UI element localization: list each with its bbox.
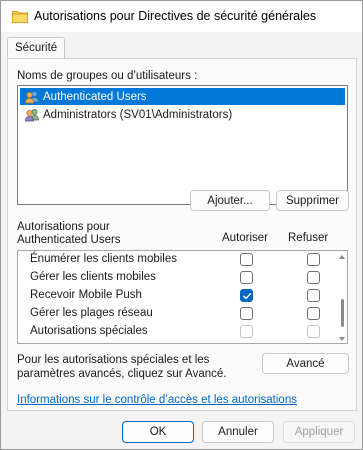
- allow-checkbox[interactable]: [240, 307, 253, 320]
- scroll-down-icon[interactable]: [339, 337, 345, 341]
- permission-row: Gérer les plages réseau: [18, 305, 334, 323]
- add-button[interactable]: Ajouter...: [190, 190, 270, 211]
- allow-checkbox: [240, 325, 253, 338]
- groups-list[interactable]: Authenticated Users Administrators (SV01…: [17, 85, 348, 205]
- deny-checkbox[interactable]: [307, 253, 320, 266]
- permission-name: Gérer les clients mobiles: [30, 271, 156, 283]
- remove-button[interactable]: Supprimer: [276, 190, 349, 211]
- access-control-help-link[interactable]: Informations sur le contrôle d’accès et …: [17, 394, 297, 406]
- allow-column-header: Autoriser: [222, 232, 269, 244]
- users-icon: [25, 108, 39, 121]
- advanced-button[interactable]: Avancé: [262, 353, 349, 374]
- permission-name: Gérer les plages réseau: [30, 307, 153, 319]
- deny-checkbox: [307, 325, 320, 338]
- groups-label: Noms de groupes ou d’utilisateurs :: [17, 70, 198, 82]
- ok-button[interactable]: OK: [122, 421, 194, 443]
- permissions-dialog: Autorisations pour Directives de sécurit…: [0, 0, 363, 450]
- cancel-button[interactable]: Annuler: [202, 421, 274, 443]
- deny-checkbox[interactable]: [307, 289, 320, 302]
- special-permissions-text: Pour les autorisations spéciales et les …: [17, 354, 227, 380]
- checkmark-icon: [243, 293, 251, 300]
- allow-checkbox[interactable]: [240, 289, 253, 302]
- permission-row: Énumérer les clients mobiles: [18, 251, 334, 269]
- scroll-up-icon[interactable]: [339, 255, 345, 259]
- apply-button[interactable]: Appliquer: [283, 421, 355, 443]
- permission-row: Gérer les clients mobiles: [18, 269, 334, 287]
- list-item-administrators[interactable]: Administrators (SV01\Administrators): [20, 106, 345, 123]
- permission-row: Autorisations spéciales: [18, 323, 334, 341]
- permission-name: Recevoir Mobile Push: [30, 289, 142, 301]
- list-item-label: Administrators (SV01\Administrators): [43, 108, 233, 121]
- vertical-scrollbar[interactable]: [339, 255, 345, 341]
- deny-checkbox[interactable]: [307, 307, 320, 320]
- deny-column-header: Refuser: [288, 232, 329, 244]
- title-bar[interactable]: Autorisations pour Directives de sécurit…: [1, 1, 362, 32]
- window-title: Autorisations pour Directives de sécurit…: [34, 9, 317, 23]
- permission-row: Recevoir Mobile Push: [18, 287, 334, 305]
- allow-checkbox[interactable]: [240, 271, 253, 284]
- list-item-label: Authenticated Users: [43, 90, 147, 103]
- permissions-list: Énumérer les clients mobiles Gérer les c…: [17, 250, 348, 344]
- permission-name: Énumérer les clients mobiles: [30, 253, 178, 265]
- permissions-header: Autorisations pour Authenticated Users: [17, 221, 121, 246]
- folder-icon: [12, 11, 28, 23]
- list-item-authenticated-users[interactable]: Authenticated Users: [20, 88, 345, 105]
- tab-strip: Sécurité: [1, 32, 362, 60]
- tab-securite[interactable]: Sécurité: [7, 37, 66, 60]
- scroll-thumb[interactable]: [341, 299, 344, 327]
- allow-checkbox[interactable]: [240, 253, 253, 266]
- users-icon: [25, 90, 39, 103]
- deny-checkbox[interactable]: [307, 271, 320, 284]
- permission-name: Autorisations spéciales: [30, 325, 148, 337]
- security-panel: Noms de groupes ou d’utilisateurs : Auth…: [7, 58, 357, 411]
